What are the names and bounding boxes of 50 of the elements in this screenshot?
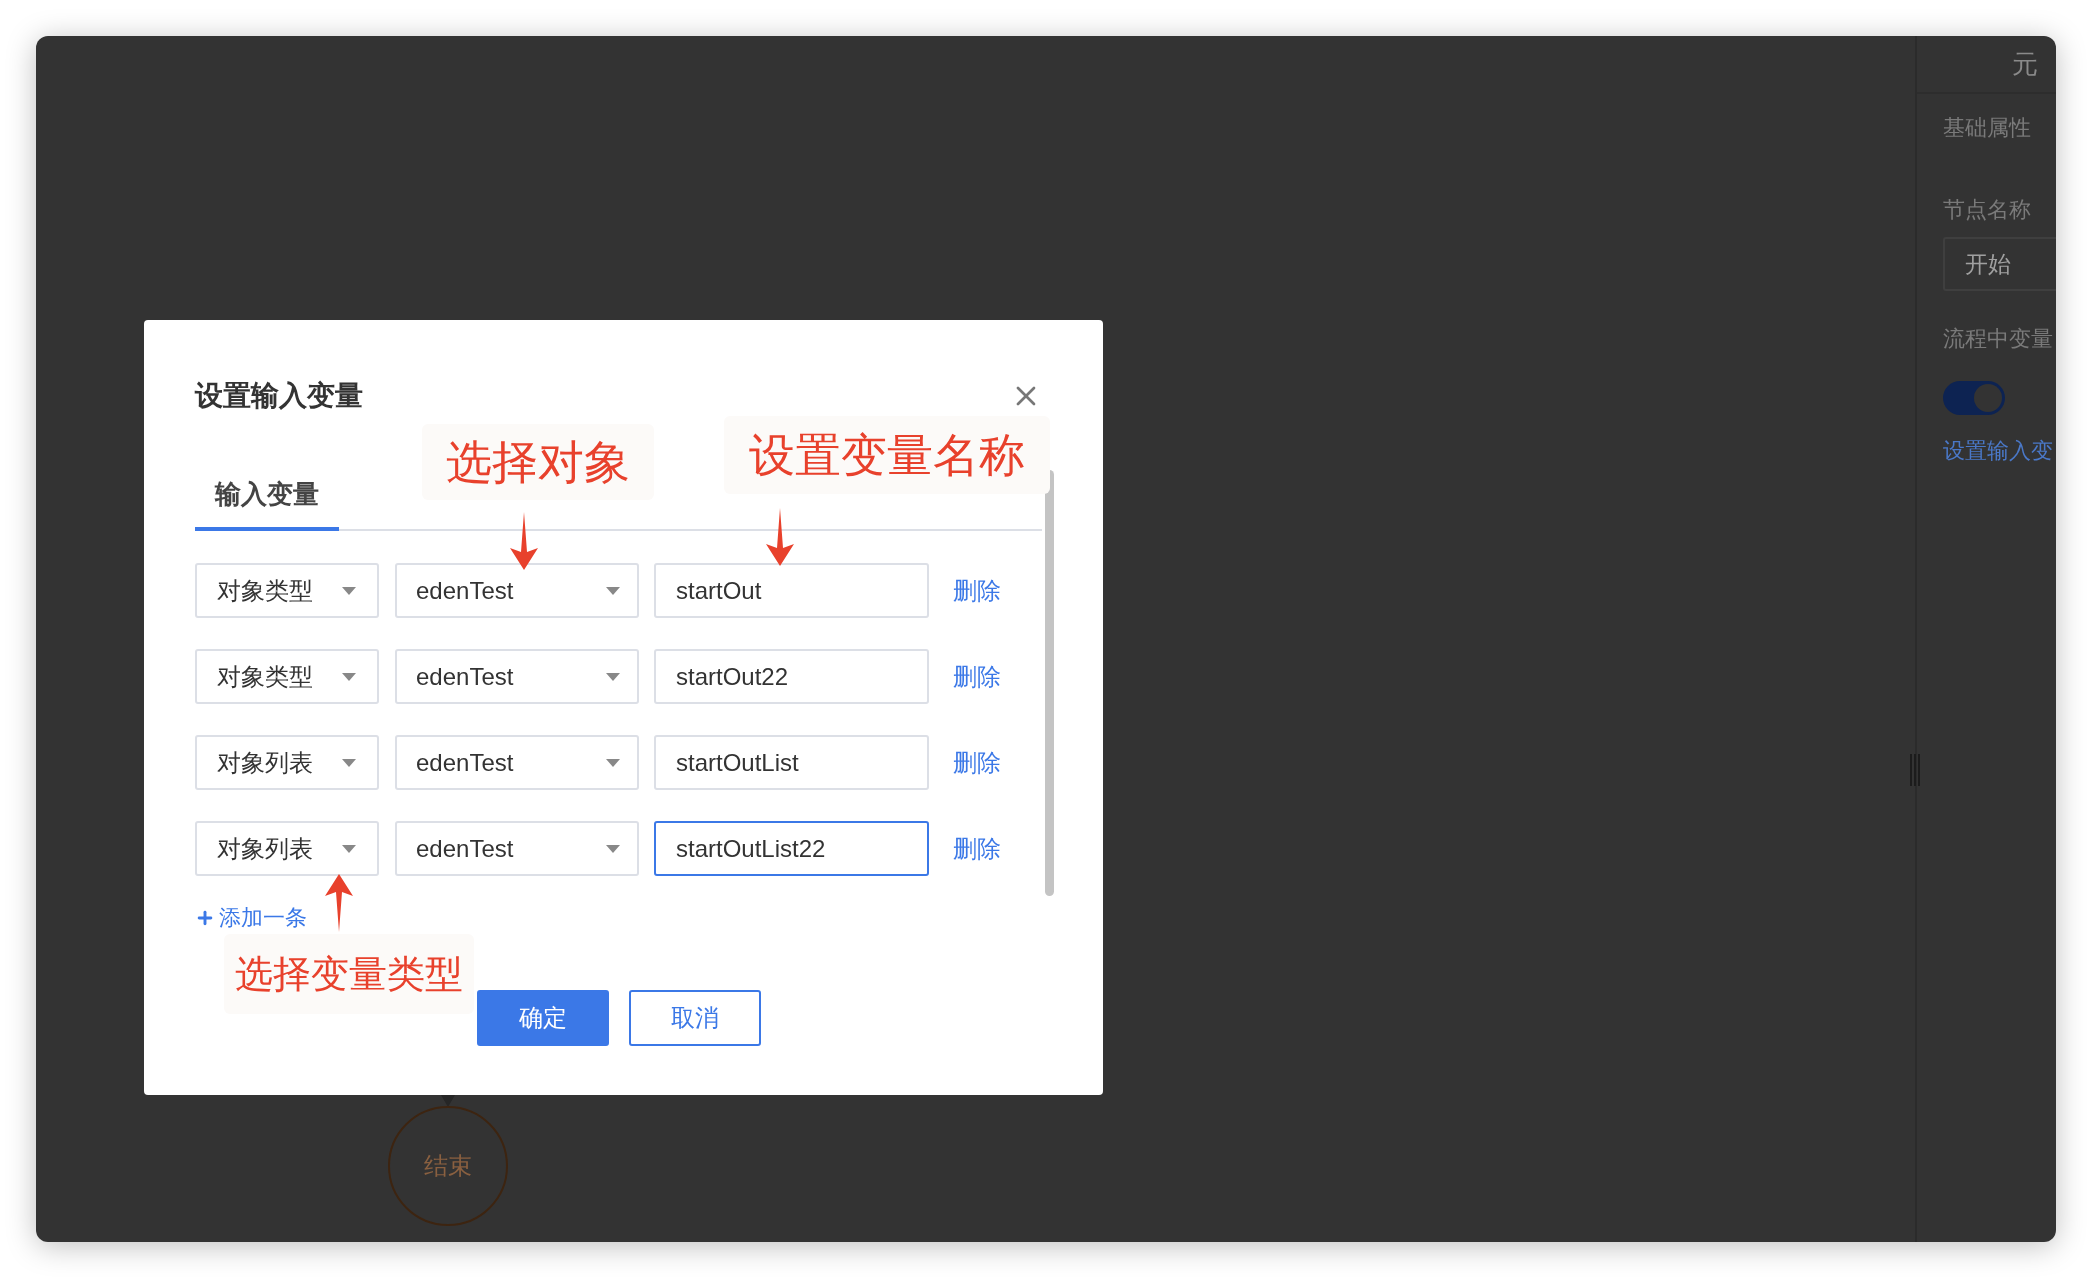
type-select[interactable]: 对象类型 — [195, 649, 379, 704]
caret-icon — [605, 843, 621, 854]
tab[interactable]: 输入变量 — [195, 476, 339, 531]
object-select[interactable]: edenTest — [395, 563, 639, 618]
name-input[interactable]: startOutList22 — [654, 821, 929, 876]
field-label: 流程中变量 — [1943, 325, 2053, 353]
caret-icon — [341, 843, 357, 854]
plus-icon — [195, 908, 215, 928]
annotation-label: 设置变量名称 — [724, 416, 1050, 494]
caret-icon — [605, 585, 621, 596]
select-value: edenTest — [416, 661, 514, 692]
caret-icon — [341, 671, 357, 682]
cancel-button[interactable]: 取消 — [628, 990, 761, 1046]
panel-header: 元 — [2012, 47, 2038, 81]
annotation-label: 选择变量类型 — [224, 934, 474, 1014]
select-value: 对象类型 — [217, 575, 313, 606]
caret-icon — [605, 757, 621, 768]
delete-link[interactable]: 删除 — [953, 572, 1001, 609]
type-select[interactable]: 对象列表 — [195, 821, 379, 876]
node-name-field[interactable]: 开始 — [1943, 237, 2056, 291]
select-value: edenTest — [416, 747, 514, 778]
object-select[interactable]: edenTest — [395, 735, 639, 790]
section-title: 基础属性 — [1943, 114, 2031, 142]
select-value: edenTest — [416, 575, 514, 606]
connector-arrow — [441, 1095, 455, 1107]
dialog-title: 设置输入变量 — [195, 379, 363, 413]
type-select[interactable]: 对象列表 — [195, 735, 379, 790]
delete-link[interactable]: 删除 — [953, 744, 1001, 781]
name-input[interactable]: startOut — [654, 563, 929, 618]
name-input[interactable]: startOutList — [654, 735, 929, 790]
select-value: edenTest — [416, 833, 514, 864]
scrollbar[interactable] — [1045, 470, 1054, 896]
field-label: 节点名称 — [1943, 196, 2031, 224]
name-input[interactable]: startOut22 — [654, 649, 929, 704]
caret-icon — [605, 671, 621, 682]
select-value: 对象列表 — [217, 747, 313, 778]
select-value: 对象类型 — [217, 661, 313, 692]
delete-link[interactable]: 删除 — [953, 830, 1001, 867]
delete-link[interactable]: 删除 — [953, 658, 1001, 695]
add-link[interactable]: 添加一条 — [195, 904, 307, 932]
end-node: 结束 — [388, 1106, 508, 1226]
type-select[interactable]: 对象类型 — [195, 563, 379, 618]
confirm-button[interactable]: 确定 — [476, 990, 609, 1046]
caret-icon — [341, 757, 357, 768]
object-select[interactable]: edenTest — [395, 649, 639, 704]
object-select[interactable]: edenTest — [395, 821, 639, 876]
variables-switch[interactable] — [1943, 381, 2005, 415]
select-value: 对象列表 — [217, 833, 313, 864]
caret-icon — [341, 585, 357, 596]
annotation-label: 选择对象 — [422, 424, 654, 500]
